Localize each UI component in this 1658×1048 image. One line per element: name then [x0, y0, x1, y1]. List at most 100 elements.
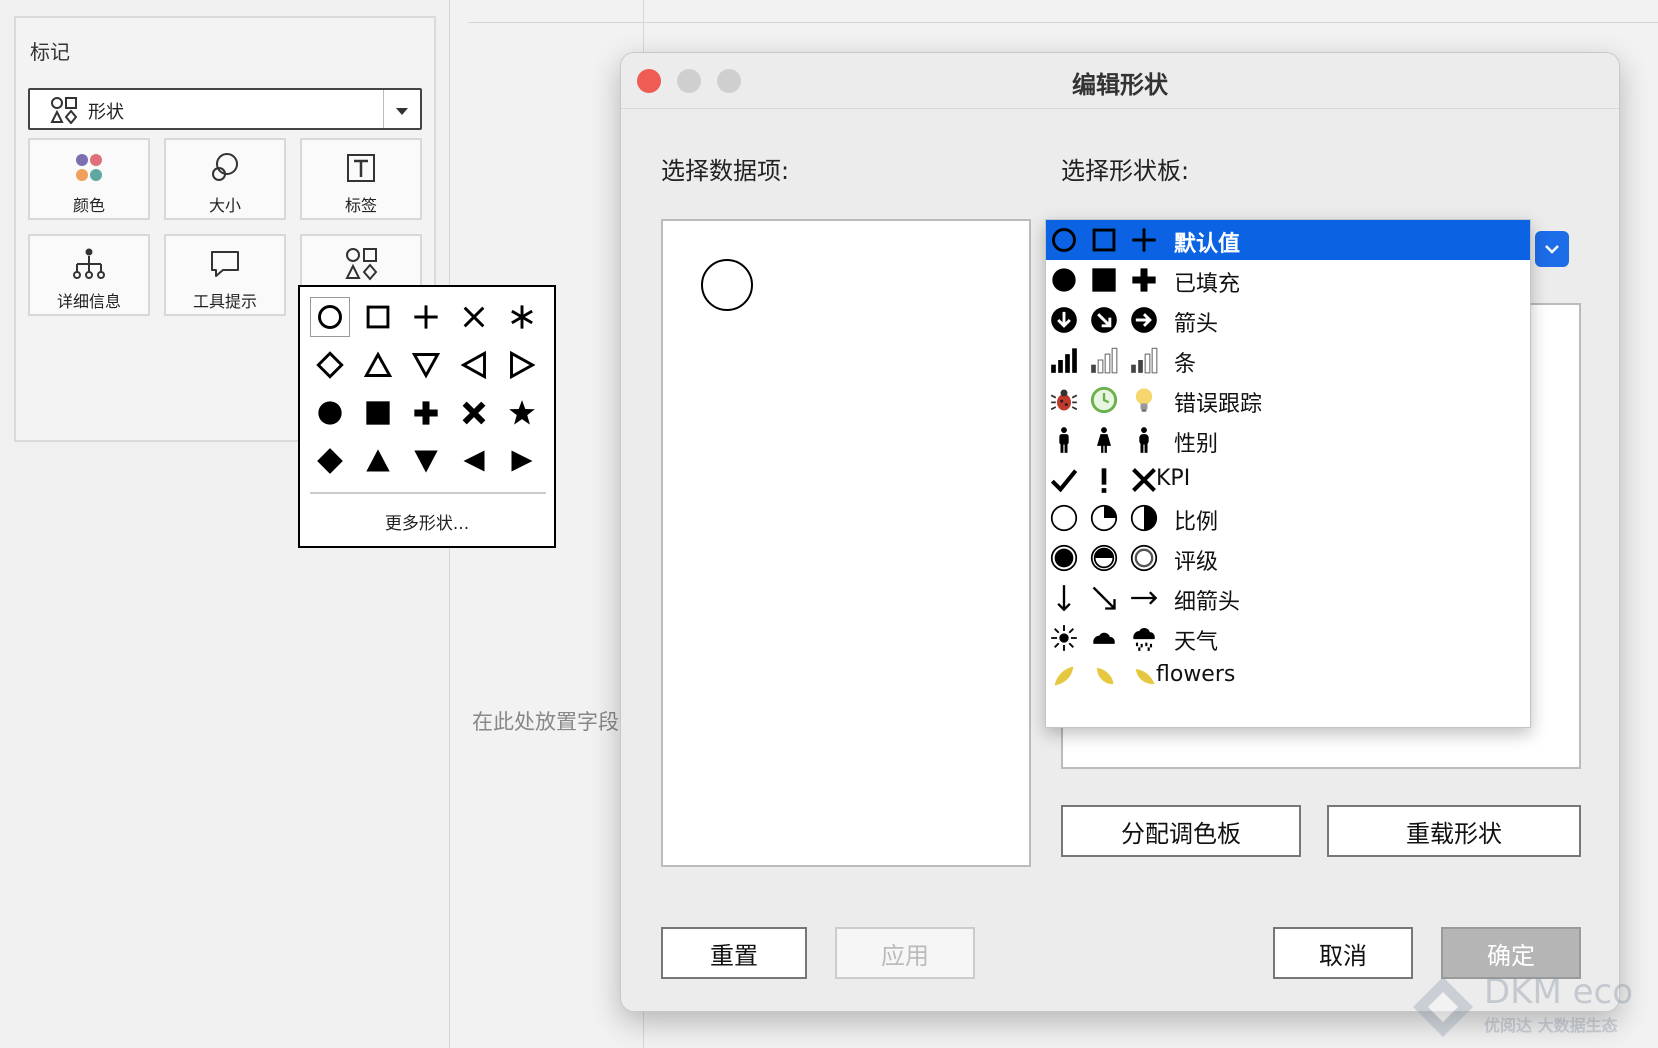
cancel-button[interactable]: 取消 [1273, 927, 1413, 979]
palette-item-label: 箭头 [1174, 312, 1219, 337]
popup-divider [310, 492, 546, 494]
bars-mid-icon [1130, 346, 1158, 378]
palette-item-8[interactable]: 评级 [1046, 538, 1530, 578]
palette-item-3[interactable]: 条 [1046, 340, 1530, 380]
palette-item-7[interactable]: 比例 [1046, 498, 1530, 538]
filled-triangle-left-icon[interactable] [454, 441, 494, 481]
palette-item-0[interactable]: 默认值 [1046, 220, 1530, 260]
color-dots-icon [30, 150, 148, 186]
thin-arrow-down-icon [1050, 584, 1078, 616]
dialog-titlebar[interactable]: 编辑形状 [621, 53, 1619, 109]
tooltip-button[interactable]: 工具提示 [164, 234, 286, 316]
open-circle-icon [1050, 226, 1078, 258]
filled-plus-icon[interactable] [406, 393, 446, 433]
man-icon [1050, 426, 1078, 458]
rating-half-icon [1090, 544, 1118, 576]
palette-icons [1050, 500, 1174, 536]
reload-shapes-button[interactable]: 重载形状 [1327, 805, 1581, 857]
mark-type-select[interactable]: 形状 [28, 88, 422, 130]
open-square-icon [1090, 226, 1118, 258]
filled-triangle-right-icon[interactable] [502, 441, 542, 481]
watermark-tagline: 优阅达 大数据生态 [1484, 1016, 1618, 1035]
palette-icons [1050, 342, 1174, 378]
select-shape-palette-label: 选择形状板: [1061, 157, 1190, 185]
plus-icon[interactable] [406, 297, 446, 337]
exclamation-icon [1090, 466, 1118, 498]
color-button[interactable]: 颜色 [28, 138, 150, 220]
dialog-title: 编辑形状 [1072, 71, 1168, 99]
clock-icon [1090, 386, 1118, 418]
arrow-downright-circle-icon [1090, 306, 1118, 338]
open-circle-shape-item[interactable] [701, 259, 753, 311]
palette-item-10[interactable]: 天气 [1046, 618, 1530, 658]
data-items-list[interactable] [661, 219, 1031, 867]
circle-quarter-icon [1090, 504, 1118, 536]
assign-palette-button[interactable]: 分配调色板 [1061, 805, 1301, 857]
palette-item-2[interactable]: 箭头 [1046, 300, 1530, 340]
shapes-icon [50, 96, 78, 128]
chevron-down-icon [1545, 245, 1559, 254]
filled-circle-icon[interactable] [310, 393, 350, 433]
size-button[interactable]: 大小 [164, 138, 286, 220]
open-diamond-icon[interactable] [310, 345, 350, 385]
detail-tree-icon [30, 246, 148, 282]
drop-field-hint[interactable]: 在此处放置字段 [472, 706, 620, 736]
petal-3-icon [1130, 662, 1158, 694]
filled-star-icon[interactable] [502, 393, 542, 433]
palette-item-9[interactable]: 细箭头 [1046, 578, 1530, 618]
palette-icons [1050, 382, 1174, 418]
circle-empty-icon [1050, 504, 1078, 536]
reset-button[interactable]: 重置 [661, 927, 807, 979]
open-triangle-right-icon[interactable] [502, 345, 542, 385]
x-icon[interactable] [454, 297, 494, 337]
rain-cloud-icon [1130, 624, 1158, 656]
check-icon [1050, 466, 1078, 498]
label-button[interactable]: 标签 [300, 138, 422, 220]
thin-arrow-downright-icon [1090, 584, 1118, 616]
dkm-logo-icon [1413, 977, 1473, 1037]
plus-icon [1130, 226, 1158, 258]
palette-item-label: 天气 [1174, 630, 1219, 655]
cross-icon [1130, 466, 1158, 498]
watermark: DKM eco 优阅达 大数据生态 [1408, 972, 1658, 1048]
label-t-icon [302, 150, 420, 186]
petal-2-icon [1090, 662, 1118, 694]
filled-triangle-up-icon[interactable] [358, 441, 398, 481]
open-square-icon[interactable] [358, 297, 398, 337]
open-circle-icon[interactable] [310, 297, 350, 337]
filled-square-icon [1090, 266, 1118, 298]
palette-item-5[interactable]: 性别 [1046, 420, 1530, 460]
shape-palette-list[interactable]: 默认值 已填充箭头条错误跟踪性别 KPI 比例 评级细箭头天气 flowers [1045, 219, 1531, 728]
size-label: 大小 [208, 196, 241, 215]
palette-item-label: 细箭头 [1174, 590, 1241, 615]
palette-item-label: 错误跟踪 [1174, 392, 1263, 417]
sun-icon [1050, 624, 1078, 656]
palette-dropdown-button[interactable] [1535, 231, 1569, 267]
palette-item-11[interactable]: flowers [1046, 656, 1530, 696]
filled-x-icon[interactable] [454, 393, 494, 433]
arrow-right-circle-icon [1130, 306, 1158, 338]
palette-item-6[interactable]: KPI [1046, 460, 1530, 500]
palette-icons [1050, 580, 1174, 616]
apply-button[interactable]: 应用 [835, 927, 975, 979]
palette-item-label: KPI [1156, 466, 1191, 491]
palette-item-1[interactable]: 已填充 [1046, 260, 1530, 300]
tooltip-label: 工具提示 [192, 292, 257, 311]
petal-1-icon [1050, 662, 1078, 694]
filled-triangle-down-icon[interactable] [406, 441, 446, 481]
palette-item-label: flowers [1156, 662, 1236, 687]
open-triangle-down-icon[interactable] [406, 345, 446, 385]
open-triangle-left-icon[interactable] [454, 345, 494, 385]
thin-arrow-right-icon [1130, 584, 1158, 616]
filled-diamond-icon[interactable] [310, 441, 350, 481]
chevron-down-icon[interactable] [394, 102, 410, 121]
detail-button[interactable]: 详细信息 [28, 234, 150, 316]
open-triangle-up-icon[interactable] [358, 345, 398, 385]
palette-icons [1050, 302, 1174, 338]
more-shapes-link[interactable]: 更多形状... [300, 509, 554, 534]
filled-square-icon[interactable] [358, 393, 398, 433]
watermark-brand: DKM eco [1484, 972, 1634, 1012]
palette-icons [1050, 262, 1174, 298]
asterisk-icon[interactable] [502, 297, 542, 337]
palette-item-4[interactable]: 错误跟踪 [1046, 380, 1530, 420]
